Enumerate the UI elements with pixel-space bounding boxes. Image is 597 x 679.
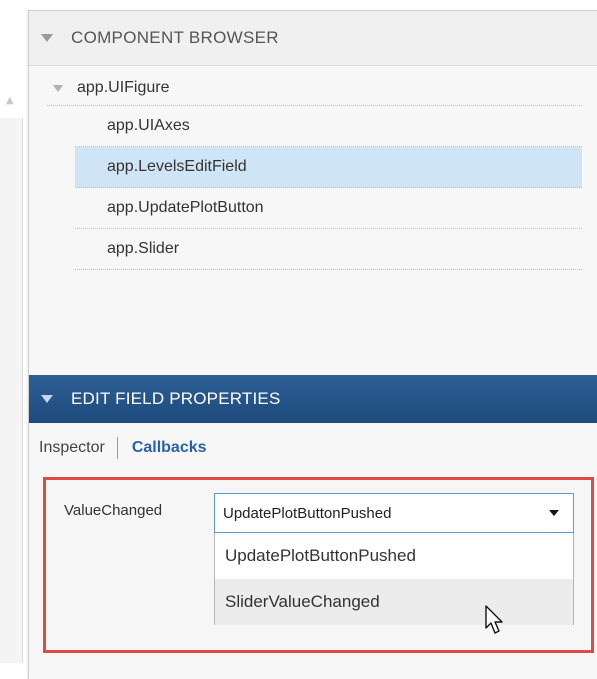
gutter-panel [0, 118, 23, 663]
tree-node-updateplotbutton[interactable]: app.UpdatePlotButton [75, 188, 582, 229]
dropdown-option-slidervaluechanged[interactable]: SliderValueChanged [215, 579, 573, 625]
tree-node-levelseditfield[interactable]: app.LevelsEditField [75, 147, 582, 188]
tree-node-uiaxes[interactable]: app.UIAxes [75, 106, 582, 147]
valuechanged-select[interactable]: UpdatePlotButtonPushed [214, 493, 574, 533]
left-gutter: ▲ [0, 0, 23, 678]
edit-field-properties-header[interactable]: EDIT FIELD PROPERTIES [29, 375, 597, 423]
select-value: UpdatePlotButtonPushed [223, 504, 392, 522]
mouse-pointer-icon [485, 605, 503, 634]
tree-node-label: app.UpdatePlotButton [107, 199, 264, 216]
triangle-down-icon[interactable] [53, 84, 63, 92]
tree-node-label: app.UIFigure [77, 79, 170, 96]
component-browser-header[interactable]: COMPONENT BROWSER [29, 11, 597, 66]
component-browser-title: COMPONENT BROWSER [71, 28, 279, 47]
tree-node-label: app.Slider [107, 240, 180, 257]
tree-node-slider[interactable]: app.Slider [75, 229, 582, 270]
tab-inspector[interactable]: Inspector [39, 439, 105, 457]
edit-field-properties-title: EDIT FIELD PROPERTIES [71, 389, 281, 408]
callbacks-highlight-box: ValueChanged UpdatePlotButtonPushed Upda… [43, 477, 594, 653]
tree-node-label: app.UIAxes [107, 117, 190, 134]
property-subtabs: Inspector Callbacks [29, 423, 597, 473]
valuechanged-label: ValueChanged [64, 502, 163, 519]
tab-callbacks[interactable]: Callbacks [132, 439, 207, 457]
tree-node-root[interactable]: app.UIFigure [47, 71, 582, 106]
dropdown-option-updateplotbuttonpushed[interactable]: UpdatePlotButtonPushed [215, 533, 573, 579]
caret-down-icon[interactable] [549, 510, 559, 516]
callback-dropdown-list: UpdatePlotButtonPushed SliderValueChange… [214, 533, 574, 625]
scroll-marker-icon: ▲ [6, 95, 14, 106]
tab-divider [116, 437, 118, 459]
designer-side-panel: COMPONENT BROWSER app.UIFigure app.UIAxe… [28, 10, 597, 679]
triangle-down-icon[interactable] [41, 395, 53, 403]
tree-node-label: app.LevelsEditField [107, 158, 247, 175]
triangle-down-icon[interactable] [41, 34, 53, 42]
